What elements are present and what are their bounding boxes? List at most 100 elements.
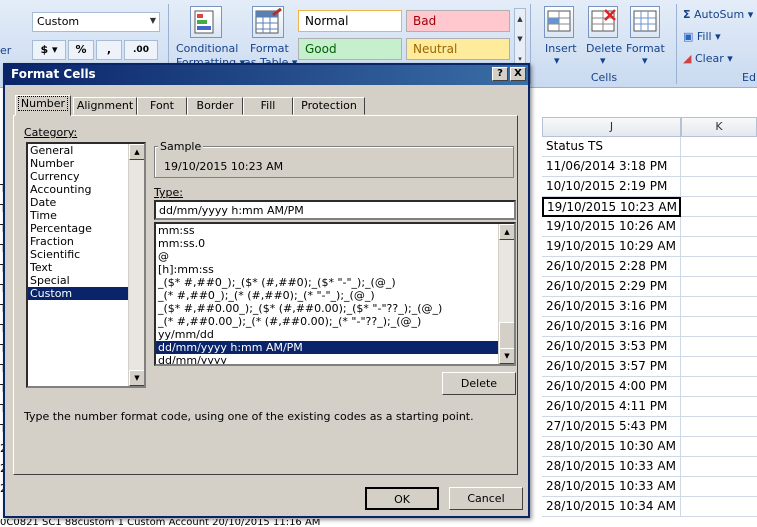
percent-button[interactable]: %	[68, 40, 94, 60]
category-item[interactable]: Currency	[28, 170, 144, 183]
empty-cell[interactable]	[681, 137, 757, 157]
scroll-thumb[interactable]	[499, 322, 514, 350]
category-item[interactable]: Number	[28, 157, 144, 170]
style-good[interactable]: Good	[298, 38, 402, 60]
type-item[interactable]: mm:ss	[156, 224, 498, 237]
empty-cell[interactable]	[681, 277, 757, 297]
type-item[interactable]: @	[156, 250, 498, 263]
status-ts-cell[interactable]: 19/10/2015 10:29 AM	[542, 237, 681, 257]
tab-alignment[interactable]: Alignment	[73, 97, 137, 115]
status-ts-cell[interactable]: 26/10/2015 3:16 PM	[542, 317, 681, 337]
category-item[interactable]: Accounting	[28, 183, 144, 196]
category-list[interactable]: General Number Currency Accounting Date Time P…	[26, 142, 146, 388]
style-neutral[interactable]: Neutral	[406, 38, 510, 60]
status-ts-cell[interactable]: 28/10/2015 10:30 AM	[542, 437, 681, 457]
status-ts-cell[interactable]: 10/10/2015 2:19 PM	[542, 177, 681, 197]
status-ts-cell[interactable]: 26/10/2015 3:16 PM	[542, 297, 681, 317]
help-button[interactable]: ?	[492, 67, 508, 81]
type-scrollbar[interactable]: ▲ ▼	[498, 224, 514, 364]
category-item[interactable]: General	[28, 144, 144, 157]
type-item[interactable]: _(* #,##0_);_(* (#,##0);_(* "-"_);_(@_)	[156, 289, 498, 302]
increase-decimal-button[interactable]: .00	[124, 40, 158, 60]
status-ts-cell[interactable]: 28/10/2015 10:33 AM	[542, 457, 681, 477]
styles-scroll[interactable]: ▲ ▼ ▾	[514, 8, 526, 68]
format-cells-icon[interactable]	[630, 6, 660, 38]
delete-format-button[interactable]: Delete	[442, 372, 516, 395]
empty-cell[interactable]	[681, 197, 757, 217]
category-scrollbar[interactable]: ▲ ▼	[128, 144, 144, 386]
type-item[interactable]: yy/mm/dd	[156, 328, 498, 341]
format-as-table-icon[interactable]	[252, 6, 284, 38]
type-item[interactable]: _($* #,##0_);_($* (#,##0);_($* "-"_);_(@…	[156, 276, 498, 289]
tab-font[interactable]: Font	[137, 97, 187, 115]
type-item[interactable]: _($* #,##0.00_);_($* (#,##0.00);_($* "-"…	[156, 302, 498, 315]
type-item[interactable]: _(* #,##0.00_);_(* (#,##0.00);_(* "-"??_…	[156, 315, 498, 328]
status-ts-cell[interactable]: 26/10/2015 4:00 PM	[542, 377, 681, 397]
category-item[interactable]: Custom	[28, 287, 144, 300]
empty-cell[interactable]	[681, 417, 757, 437]
dialog-title-bar[interactable]: Format Cells	[5, 65, 528, 85]
status-ts-cell[interactable]: 28/10/2015 10:34 AM	[542, 497, 681, 517]
status-ts-header-cell[interactable]: Status TS	[542, 137, 681, 157]
scroll-down-icon[interactable]: ▼	[129, 370, 144, 386]
type-item[interactable]: dd/mm/yyyy h:mm AM/PM	[156, 341, 498, 354]
conditional-formatting-label[interactable]: Conditional	[176, 42, 238, 55]
status-ts-cell[interactable]: 28/10/2015 10:33 AM	[542, 477, 681, 497]
column-header-j[interactable]: J	[542, 117, 681, 137]
empty-cell[interactable]	[681, 337, 757, 357]
type-input[interactable]: dd/mm/yyyy h:mm AM/PM	[154, 200, 516, 220]
empty-cell[interactable]	[681, 317, 757, 337]
type-list[interactable]: mm:ss mm:ss.0 @ [h]:mm:ss _($* #,##0_);_($* …	[154, 222, 516, 366]
cancel-button[interactable]: Cancel	[449, 487, 523, 510]
category-item[interactable]: Text	[28, 261, 144, 274]
empty-cell[interactable]	[681, 157, 757, 177]
status-ts-cell[interactable]: 26/10/2015 2:28 PM	[542, 257, 681, 277]
scroll-down-icon[interactable]: ▼	[499, 348, 514, 364]
style-bad[interactable]: Bad	[406, 10, 510, 32]
category-item[interactable]: Date	[28, 196, 144, 209]
comma-button[interactable]: ,	[96, 40, 122, 60]
ok-button[interactable]: OK	[365, 487, 439, 510]
status-ts-cell[interactable]: 19/10/2015 10:23 AM	[542, 197, 681, 217]
category-item[interactable]: Time	[28, 209, 144, 222]
category-item[interactable]: Fraction	[28, 235, 144, 248]
status-ts-cell[interactable]: 26/10/2015 4:11 PM	[542, 397, 681, 417]
empty-cell[interactable]	[681, 237, 757, 257]
status-ts-cell[interactable]: 27/10/2015 5:43 PM	[542, 417, 681, 437]
currency-button[interactable]: $ ▾	[32, 40, 66, 60]
insert-label[interactable]: Insert	[545, 42, 577, 55]
empty-cell[interactable]	[681, 457, 757, 477]
empty-cell[interactable]	[681, 477, 757, 497]
conditional-formatting-icon[interactable]	[190, 6, 222, 38]
tab-protection[interactable]: Protection	[293, 97, 365, 115]
type-item[interactable]: mm:ss.0	[156, 237, 498, 250]
insert-cells-icon[interactable]	[544, 6, 574, 38]
empty-cell[interactable]	[681, 177, 757, 197]
category-item[interactable]: Percentage	[28, 222, 144, 235]
style-normal[interactable]: Normal	[298, 10, 402, 32]
status-ts-cell[interactable]: 11/06/2014 3:18 PM	[542, 157, 681, 177]
category-item[interactable]: Scientific	[28, 248, 144, 261]
type-item[interactable]: [h]:mm:ss	[156, 263, 498, 276]
tab-number[interactable]: Number	[15, 95, 71, 116]
status-ts-cell[interactable]: 26/10/2015 2:29 PM	[542, 277, 681, 297]
autosum-button[interactable]: Σ AutoSum ▾	[683, 8, 753, 21]
clear-button[interactable]: ◢ Clear ▾	[683, 52, 733, 65]
fill-button[interactable]: ▣ Fill ▾	[683, 30, 721, 43]
empty-cell[interactable]	[681, 397, 757, 417]
column-header-k[interactable]: K	[681, 117, 757, 137]
close-button[interactable]: X	[510, 67, 526, 81]
empty-cell[interactable]	[681, 297, 757, 317]
status-ts-cell[interactable]: 26/10/2015 3:53 PM	[542, 337, 681, 357]
scroll-up-icon[interactable]: ▲	[499, 224, 514, 240]
empty-cell[interactable]	[681, 257, 757, 277]
empty-cell[interactable]	[681, 437, 757, 457]
scroll-up-icon[interactable]: ▲	[129, 144, 144, 160]
delete-cells-icon[interactable]	[588, 6, 618, 38]
number-format-combo[interactable]: Custom ▼	[32, 12, 160, 32]
empty-cell[interactable]	[681, 357, 757, 377]
category-item[interactable]: Special	[28, 274, 144, 287]
status-ts-cell[interactable]: 19/10/2015 10:26 AM	[542, 217, 681, 237]
tab-fill[interactable]: Fill	[243, 97, 293, 115]
status-ts-cell[interactable]: 26/10/2015 3:57 PM	[542, 357, 681, 377]
